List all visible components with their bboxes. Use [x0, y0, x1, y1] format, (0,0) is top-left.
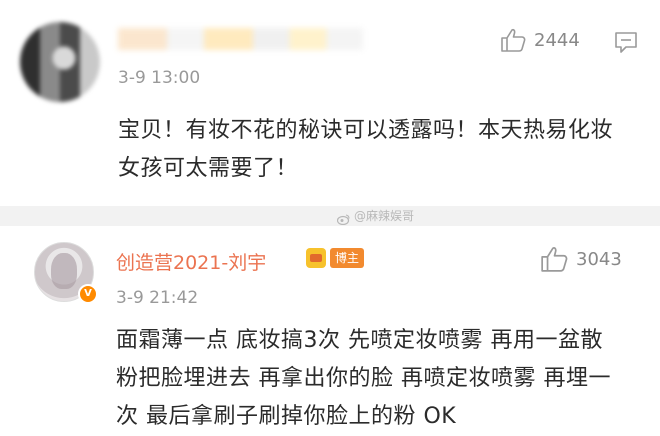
comment-divider: @麻辣娱哥: [0, 206, 660, 226]
avatar-figure: [51, 253, 77, 289]
thumbs-up-icon: [540, 246, 568, 272]
comment-username[interactable]: 创造营2021-刘宇: [116, 248, 266, 275]
thumbs-up-icon: [500, 28, 526, 52]
user-badges: 博主: [306, 248, 365, 268]
watermark: @麻辣娱哥: [336, 206, 414, 226]
username-blurred[interactable]: [118, 28, 363, 50]
comment-icon[interactable]: [613, 30, 639, 54]
like-count: 3043: [576, 248, 622, 270]
host-badge: 博主: [330, 248, 365, 268]
comment-text: 宝贝！有妆不花的秘诀可以透露吗！本天热易化妆女孩可太需要了！: [118, 118, 614, 181]
watermark-text: @麻辣娱哥: [353, 209, 414, 223]
comment-item: 3-9 13:00 2444 宝贝！有妆不花的秘诀可以透露吗！本天热易化妆女孩可…: [0, 0, 660, 206]
like-count: 2444: [534, 29, 580, 51]
avatar-blurred[interactable]: [20, 22, 100, 102]
v-badge-icon: V: [78, 284, 98, 304]
weibo-logo-icon: [336, 211, 350, 225]
like-button[interactable]: 3043: [540, 246, 622, 272]
comment-timestamp: 3-9 21:42: [116, 288, 199, 308]
comment-item: V 创造营2021-刘宇 博主 3-9 21:42 3043 面霜薄一点 底妆搞…: [0, 226, 660, 429]
crown-badge-icon: [306, 248, 326, 268]
comment-timestamp: 3-9 13:00: [118, 68, 201, 88]
like-button[interactable]: 2444: [500, 28, 580, 52]
comment-text: 面霜薄一点 底妆搞3次 先喷定妆喷雾 再用一盆散粉把脸埋进去 再拿出你的脸 再喷…: [116, 328, 611, 429]
